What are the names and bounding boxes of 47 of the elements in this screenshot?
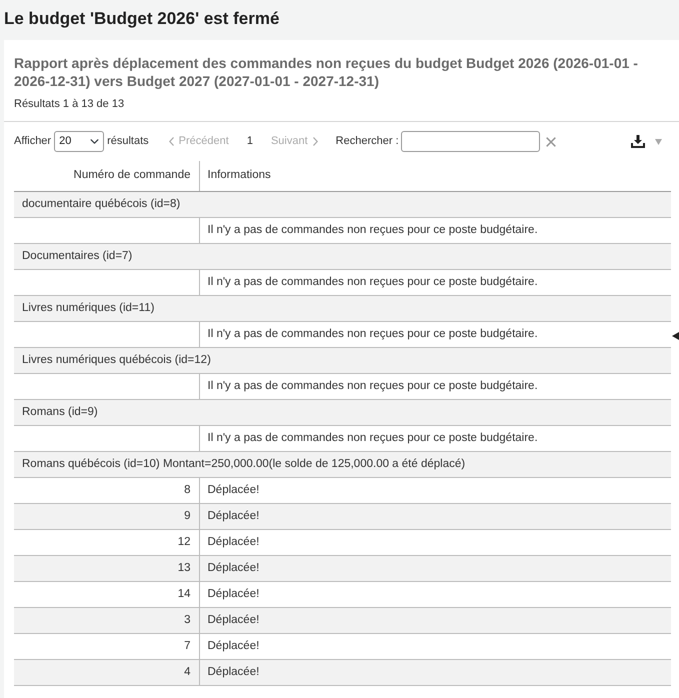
budget-fund-heading: documentaire québécois (id=8) xyxy=(14,191,671,217)
column-header[interactable]: Informations xyxy=(199,161,671,191)
order-number-cell: 7 xyxy=(14,633,199,659)
budget-fund-heading: Romans québécois (id=10) Montant=250,000.00(le solde de 125,000.00 a été déplacé) xyxy=(14,451,671,477)
search-field[interactable] xyxy=(400,131,540,152)
order-number-cell: 4 xyxy=(14,659,199,685)
search-label: Rechercher : xyxy=(336,134,399,150)
budget-fund-heading: Romans (id=9) xyxy=(14,399,671,425)
caret-down-icon xyxy=(655,138,662,144)
column-header[interactable]: Numéro de commande xyxy=(14,161,199,191)
info-cell: Déplacée! xyxy=(199,633,671,659)
order-number-cell: 13 xyxy=(14,555,199,581)
caret-left-icon[interactable] xyxy=(672,332,679,340)
chevron-right-icon xyxy=(312,137,318,146)
info-cell: Déplacée! xyxy=(199,607,671,633)
info-cell: Déplacée! xyxy=(199,503,671,529)
info-cell: Déplacée! xyxy=(199,659,671,685)
dropdown-toggle-button[interactable] xyxy=(655,138,662,144)
show-label: Afficher xyxy=(14,134,52,150)
order-number-cell: 3 xyxy=(14,607,199,633)
budget-fund-heading: Livres numériques québécois (id=12) xyxy=(14,347,671,373)
show-suffix-label: résultats xyxy=(107,134,149,150)
page-title: Le budget 'Budget 2026' est fermé xyxy=(4,8,280,30)
download-button[interactable] xyxy=(631,135,645,148)
download-icon xyxy=(631,135,645,148)
info-cell: Il n'y a pas de commandes non reçues pour ce poste budgétaire. xyxy=(199,321,671,347)
info-cell: Déplacée! xyxy=(199,529,671,555)
order-number-cell: 12 xyxy=(14,529,199,555)
page-number-link[interactable]: 1 xyxy=(246,133,253,150)
page-size-select[interactable]: 20 xyxy=(54,131,104,152)
close-icon xyxy=(546,136,556,146)
order-number-cell: 8 xyxy=(14,477,199,503)
results-summary: Résultats 1 à 13 de 13 xyxy=(14,97,124,111)
order-number-cell: 9 xyxy=(14,503,199,529)
info-cell: Déplacée! xyxy=(199,581,671,607)
budget-fund-heading: Documentaires (id=7) xyxy=(14,243,671,269)
info-cell: Il n'y a pas de commandes non reçues pour ce poste budgétaire. xyxy=(199,217,671,243)
order-number-cell: 14 xyxy=(14,581,199,607)
chevron-left-icon xyxy=(168,137,174,146)
info-cell: Il n'y a pas de commandes non reçues pour ce poste budgétaire. xyxy=(199,373,671,399)
info-cell: Déplacée! xyxy=(199,555,671,581)
info-cell: Il n'y a pas de commandes non reçues pour ce poste budgétaire. xyxy=(199,425,671,451)
info-cell: Il n'y a pas de commandes non reçues pour ce poste budgétaire. xyxy=(199,269,671,295)
budget-fund-heading: Livres numériques (id=11) xyxy=(14,295,671,321)
info-cell: Déplacée! xyxy=(199,477,671,503)
clear-search-button[interactable] xyxy=(546,136,556,146)
report-title: Rapport après déplacement des commandes non reçues du budget Budget 2026 (2026-01-01 - 2026-12-31) vers Budget 2027 (2027-01-01 - 2027-12-31) xyxy=(14,54,639,90)
